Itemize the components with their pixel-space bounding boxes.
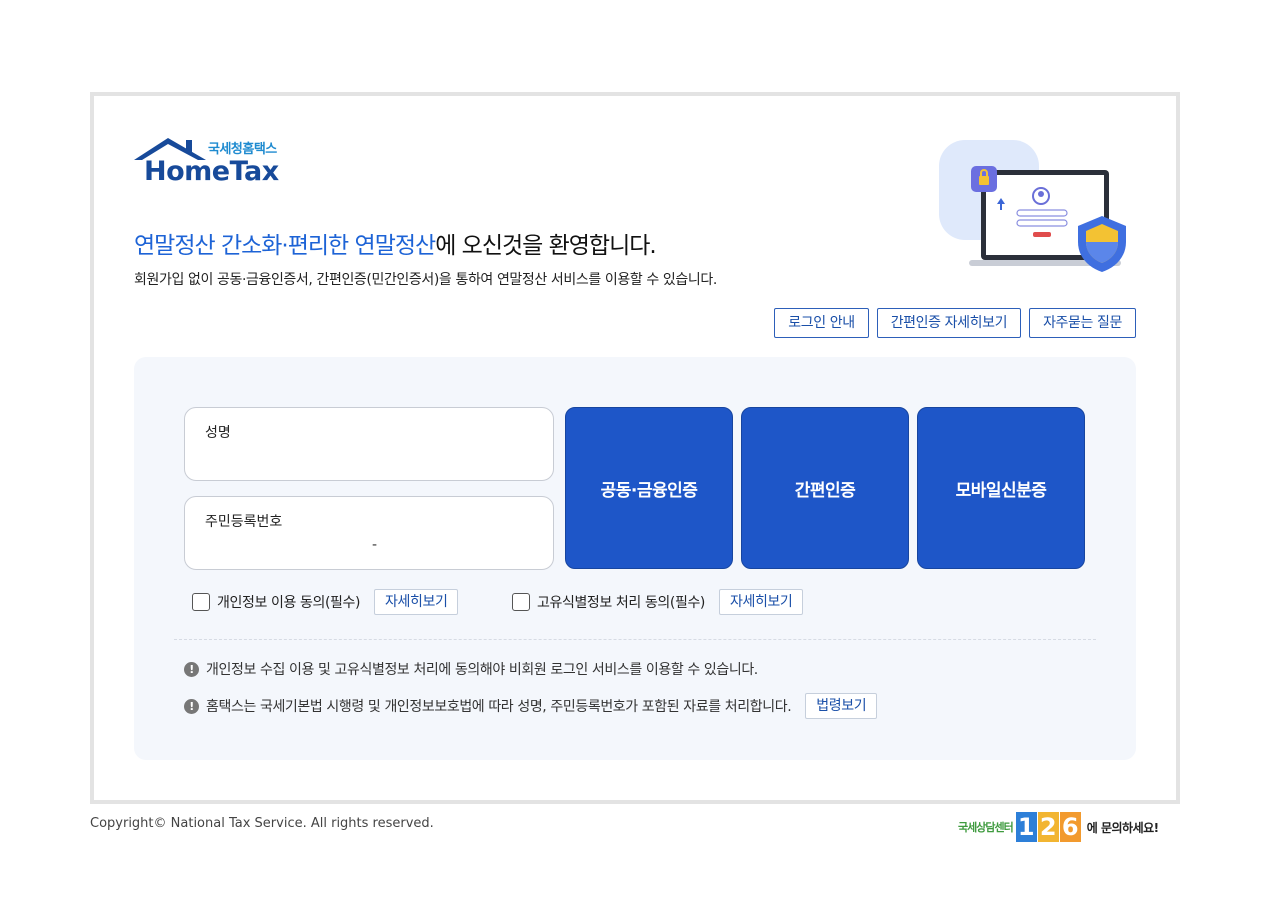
mobile-id-button[interactable]: 모바일신분증	[917, 407, 1085, 569]
login-guide-button[interactable]: 로그인 안내	[774, 308, 869, 338]
callcenter-digit: 2	[1037, 812, 1059, 842]
dashed-divider	[174, 639, 1096, 640]
notice-consent: ! 개인정보 수집 이용 및 고유식별정보 처리에 동의해야 비회원 로그인 서…	[184, 659, 758, 679]
rrn-separator: -	[372, 537, 378, 553]
joint-financial-cert-button[interactable]: 공동·금융인증	[565, 407, 733, 569]
rrn-label: 주민등록번호	[205, 514, 283, 530]
view-law-button[interactable]: 법령보기	[805, 693, 878, 719]
unique-id-agreement-label: 고유식별정보 처리 동의(필수)	[537, 595, 705, 611]
exclamation-icon: !	[184, 661, 199, 677]
copyright-text: Copyright© National Tax Service. All rig…	[90, 816, 434, 831]
callcenter-digit: 1	[1015, 812, 1037, 842]
login-panel: 성명 주민등록번호 - 공동·금융인증 간편인증 모바일신분증 개인정보 이용 …	[134, 357, 1136, 760]
callcenter-banner[interactable]: 국세상담센터 1 2 6 에 문의하세요!	[958, 812, 1159, 842]
privacy-agreement-label: 개인정보 이용 동의(필수)	[217, 595, 361, 611]
welcome-heading: 연말정산 간소화·편리한 연말정산에 오신것을 환영합니다.	[134, 226, 657, 260]
login-frame: 국세청홈택스 HomeTax 연말정산 간소화·편리한 연말정산에 오신것을 환…	[90, 92, 1180, 804]
logo-title: HomeTax	[144, 156, 279, 187]
name-field[interactable]: 성명	[184, 407, 554, 481]
notice-law: ! 홈택스는 국세기본법 시행령 및 개인정보보호법에 따라 성명, 주민등록번…	[184, 693, 878, 719]
faq-button[interactable]: 자주묻는 질문	[1029, 308, 1136, 338]
privacy-detail-button[interactable]: 자세히보기	[374, 589, 459, 615]
welcome-rest: 에 오신것을 환영합니다.	[435, 233, 657, 259]
service-description: 회원가입 없이 공동·금융인증서, 간편인증(민간인증서)을 통하여 연말정산 …	[134, 272, 717, 288]
unique-id-detail-button[interactable]: 자세히보기	[718, 589, 804, 615]
name-label: 성명	[205, 425, 231, 441]
privacy-agreement: 개인정보 이용 동의(필수) 자세히보기	[192, 589, 459, 615]
exclamation-icon: !	[184, 698, 199, 714]
callcenter-number: 1 2 6	[1015, 812, 1081, 842]
callcenter-suffix: 에 문의하세요!	[1086, 820, 1159, 835]
callcenter-digit: 6	[1059, 812, 1081, 842]
hometax-logo[interactable]: 국세청홈택스 HomeTax	[134, 134, 294, 190]
callcenter-label: 국세상담센터	[958, 821, 1014, 834]
rrn-field[interactable]: 주민등록번호 -	[184, 496, 554, 570]
logo-subtitle: 국세청홈택스	[208, 142, 277, 157]
privacy-agreement-checkbox[interactable]	[192, 593, 210, 611]
unique-id-agreement-checkbox[interactable]	[512, 593, 530, 611]
simple-auth-detail-button[interactable]: 간편인증 자세히보기	[876, 308, 1022, 338]
welcome-highlight: 연말정산 간소화·편리한 연말정산	[134, 233, 436, 259]
notice-law-text: 홈택스는 국세기본법 시행령 및 개인정보보호법에 따라 성명, 주민등록번호가…	[206, 699, 792, 715]
unique-id-agreement: 고유식별정보 처리 동의(필수) 자세히보기	[512, 589, 804, 615]
help-links: 로그인 안내 간편인증 자세히보기 자주묻는 질문	[774, 308, 1136, 338]
notice-consent-text: 개인정보 수집 이용 및 고유식별정보 처리에 동의해야 비회원 로그인 서비스…	[206, 662, 758, 678]
laptop-security-illustration	[939, 140, 1126, 272]
simple-auth-button[interactable]: 간편인증	[741, 407, 909, 569]
